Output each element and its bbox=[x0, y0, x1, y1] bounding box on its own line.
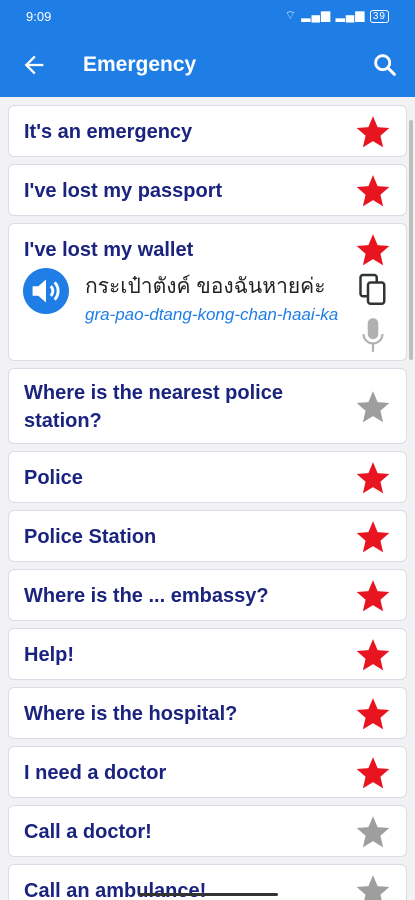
phrase-text: I need a doctor bbox=[24, 762, 167, 784]
phrase-text: Police bbox=[24, 467, 83, 489]
phrase-text: I've lost my passport bbox=[24, 180, 223, 202]
star-icon[interactable] bbox=[354, 577, 392, 615]
back-arrow-icon[interactable] bbox=[20, 51, 48, 79]
thai-translation: กระเป๋าตังค์ ของฉันหายค่ะ bbox=[85, 275, 326, 298]
microphone-icon[interactable] bbox=[360, 316, 386, 354]
phrase-row[interactable]: I've lost my passport bbox=[8, 164, 407, 216]
app-bar: Emergency bbox=[0, 33, 415, 97]
phrase-text: Help! bbox=[24, 644, 74, 666]
status-time: 9:09 bbox=[26, 9, 52, 24]
star-icon[interactable] bbox=[354, 695, 392, 733]
page-title: Emergency bbox=[83, 53, 197, 76]
star-icon[interactable] bbox=[354, 388, 392, 426]
scrollbar[interactable] bbox=[409, 120, 413, 360]
home-indicator[interactable] bbox=[138, 893, 278, 896]
phrase-text: Police Station bbox=[24, 526, 157, 548]
status-icons: ⌔ ▂▄▆ ▂▄▆ 39 bbox=[285, 8, 389, 23]
search-icon[interactable] bbox=[371, 51, 399, 79]
phrase-text: Where is the hospital? bbox=[24, 703, 238, 725]
phrase-text: Call a doctor! bbox=[24, 821, 152, 843]
star-icon[interactable] bbox=[354, 636, 392, 674]
phrase-row[interactable]: Police bbox=[8, 451, 407, 503]
phrase-row[interactable]: It's an emergency bbox=[8, 105, 407, 157]
star-icon[interactable] bbox=[354, 172, 392, 210]
phrase-text: Where is the nearest police station? bbox=[24, 382, 283, 432]
phrase-row[interactable]: I need a doctor bbox=[8, 746, 407, 798]
phrase-text: Call an ambulance! bbox=[24, 880, 207, 900]
phrase-text: It's an emergency bbox=[24, 121, 193, 143]
wifi-icon: ⌔ bbox=[284, 8, 297, 22]
phrase-text: Where is the ... embassy? bbox=[24, 585, 269, 607]
signal-icon: ▂▄▆ bbox=[301, 8, 332, 22]
star-icon[interactable] bbox=[354, 459, 392, 497]
status-bar: 9:09 ⌔ ▂▄▆ ▂▄▆ 39 bbox=[0, 0, 415, 33]
speaker-button[interactable] bbox=[23, 268, 69, 314]
phrase-row[interactable]: Where is the nearest police station? bbox=[8, 368, 407, 444]
battery-icon: 39 bbox=[369, 10, 389, 23]
phrase-text: I've lost my wallet bbox=[24, 239, 194, 261]
transliteration: gra-pao-dtang-kong-chan-haai-ka bbox=[85, 305, 339, 324]
star-icon[interactable] bbox=[354, 518, 392, 556]
star-icon[interactable] bbox=[354, 754, 392, 792]
copy-icon[interactable] bbox=[358, 272, 388, 308]
phrase-row[interactable]: Police Station bbox=[8, 510, 407, 562]
signal-icon-2: ▂▄▆ bbox=[335, 8, 366, 22]
star-icon[interactable] bbox=[354, 231, 392, 269]
star-icon[interactable] bbox=[354, 813, 392, 851]
star-icon[interactable] bbox=[354, 113, 392, 151]
phrase-row-expanded[interactable]: I've lost my wallet กระเป๋าตังค์ ของฉันห… bbox=[8, 223, 407, 361]
phrase-row[interactable]: Help! bbox=[8, 628, 407, 680]
phrase-row[interactable]: Where is the ... embassy? bbox=[8, 569, 407, 621]
phrase-row[interactable]: Where is the hospital? bbox=[8, 687, 407, 739]
phrase-row[interactable]: Call a doctor! bbox=[8, 805, 407, 857]
phrase-list[interactable]: It's an emergency I've lost my passport … bbox=[0, 97, 415, 900]
speaker-icon bbox=[32, 279, 60, 303]
star-icon[interactable] bbox=[354, 872, 392, 900]
